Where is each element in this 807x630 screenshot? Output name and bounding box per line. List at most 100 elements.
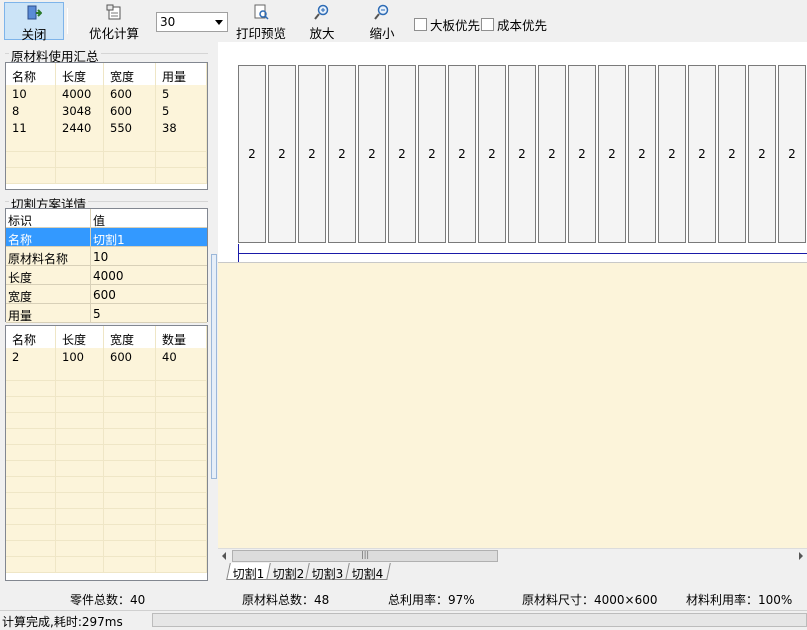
tab-plan-3[interactable]: 切割3 [305, 563, 351, 581]
column-header[interactable]: 名称 [6, 63, 56, 85]
checkbox-box[interactable] [481, 18, 494, 31]
empty-row [6, 397, 207, 413]
table-row[interactable]: 11 2440 550 38 [6, 119, 207, 136]
property-row[interactable]: 宽度 600 [6, 285, 207, 304]
cut-piece[interactable]: 2 [328, 65, 356, 243]
empty-row [6, 493, 207, 509]
empty-row [6, 541, 207, 557]
empty-row [6, 413, 207, 429]
table-cell [6, 152, 56, 167]
column-header[interactable]: 宽度 [104, 326, 156, 348]
table-cell [6, 136, 56, 151]
property-row[interactable]: 原材料名称 10 [6, 247, 207, 266]
table-cell: 2 [6, 348, 56, 365]
cut-piece[interactable]: 2 [418, 65, 446, 243]
scroll-right-icon[interactable] [799, 552, 803, 560]
cut-piece[interactable]: 2 [358, 65, 386, 243]
cut-piece[interactable]: 2 [478, 65, 506, 243]
column-header[interactable]: 数量 [156, 326, 207, 348]
material-size: 原材料尺寸：4000×600 [522, 593, 658, 607]
table-cell [6, 477, 56, 492]
panel-splitter[interactable] [210, 42, 218, 584]
cut-piece[interactable]: 2 [268, 65, 296, 243]
kerf-select[interactable]: 30 [156, 12, 228, 32]
empty-row [6, 365, 207, 381]
tab-label: 切割4 [351, 567, 384, 581]
table-cell: 100 [56, 348, 104, 365]
toolbar-separator [67, 8, 68, 34]
table-cell [56, 365, 104, 380]
cut-piece[interactable]: 2 [718, 65, 746, 243]
column-header[interactable]: 长度 [56, 63, 104, 85]
table-cell: 4000 [56, 85, 104, 102]
cut-piece[interactable]: 2 [568, 65, 596, 243]
table-cell [156, 429, 207, 444]
print-preview-button[interactable]: 打印预览 [232, 2, 290, 41]
table-cell [104, 152, 156, 167]
tab-plan-1[interactable]: 切割1 [226, 563, 272, 581]
table-cell: 600 [104, 85, 156, 102]
table-cell [156, 461, 207, 476]
table-cell [156, 525, 207, 540]
table-row[interactable]: 10 4000 600 5 [6, 85, 207, 102]
close-button[interactable]: 关闭 [4, 2, 64, 42]
plan-tabs: 切割1 切割2 切割3 切割4 [226, 563, 391, 581]
parts-table[interactable]: 名称 长度 宽度 数量 2 100 600 40 [5, 325, 208, 581]
property-row[interactable]: 长度 4000 [6, 266, 207, 285]
property-header: 标识值 [6, 209, 207, 228]
cut-piece[interactable]: 2 [298, 65, 326, 243]
property-row[interactable]: 名称 切割1 [6, 228, 207, 247]
cut-piece[interactable]: 2 [238, 65, 266, 243]
calculate-icon [106, 4, 122, 20]
cut-piece[interactable]: 2 [628, 65, 656, 243]
cut-piece[interactable]: 2 [658, 65, 686, 243]
cut-piece[interactable]: 2 [388, 65, 416, 243]
table-cell: 5 [156, 85, 207, 102]
plan-property-grid[interactable]: 标识值名称 切割1 原材料名称 10 长度 4000 宽度 600 用量 5 [5, 208, 208, 323]
column-header[interactable]: 长度 [56, 326, 104, 348]
cost-first-checkbox[interactable]: 成本优先 [481, 15, 547, 34]
table-cell [104, 541, 156, 556]
cut-piece[interactable]: 2 [598, 65, 626, 243]
material-total: 原材料总数：48 [242, 593, 330, 607]
column-header[interactable]: 名称 [6, 326, 56, 348]
table-cell [56, 152, 104, 167]
table-cell [56, 413, 104, 428]
tab-plan-4[interactable]: 切割4 [345, 563, 391, 581]
material-board: 2222222222222222222 [218, 42, 807, 263]
table-row[interactable]: 8 3048 600 5 [6, 102, 207, 119]
empty-row [6, 429, 207, 445]
table-cell [104, 509, 156, 524]
zoom-out-button[interactable]: 缩小 [360, 2, 404, 41]
splitter-handle[interactable] [211, 254, 217, 479]
table-cell [156, 493, 207, 508]
big-board-first-checkbox[interactable]: 大板优先 [414, 15, 480, 34]
cut-piece[interactable]: 2 [688, 65, 716, 243]
tab-plan-2[interactable]: 切割2 [265, 563, 312, 581]
column-header[interactable]: 宽度 [104, 63, 156, 85]
material-summary-table[interactable]: 名称 长度 宽度 用量 10 4000 600 5 8 3048 600 5 11 2440 550 38 [5, 62, 208, 190]
property-key: 标识 [6, 209, 91, 228]
close-label: 关闭 [21, 27, 47, 42]
cut-piece[interactable]: 2 [538, 65, 566, 243]
cut-piece[interactable]: 2 [448, 65, 476, 243]
horizontal-scrollbar[interactable]: ||| [218, 548, 807, 562]
cut-piece[interactable]: 2 [748, 65, 776, 243]
scroll-left-icon[interactable] [222, 552, 226, 560]
optimize-button[interactable]: 优化计算 [80, 2, 148, 41]
empty-row [6, 136, 207, 152]
table-cell [6, 381, 56, 396]
cut-piece[interactable]: 2 [508, 65, 536, 243]
table-cell [56, 136, 104, 151]
zoom-in-button[interactable]: 放大 [300, 2, 344, 41]
property-row[interactable]: 用量 5 [6, 304, 207, 323]
table-cell [56, 477, 104, 492]
table-cell: 550 [104, 119, 156, 136]
table-row[interactable]: 2 100 600 40 [6, 348, 207, 365]
table-cell: 600 [104, 348, 156, 365]
column-header[interactable]: 用量 [156, 63, 207, 85]
checkbox-box[interactable] [414, 18, 427, 31]
table-cell [104, 557, 156, 572]
cut-piece[interactable]: 2 [778, 65, 806, 243]
cutting-canvas[interactable]: 2222222222222222222 [218, 42, 807, 548]
